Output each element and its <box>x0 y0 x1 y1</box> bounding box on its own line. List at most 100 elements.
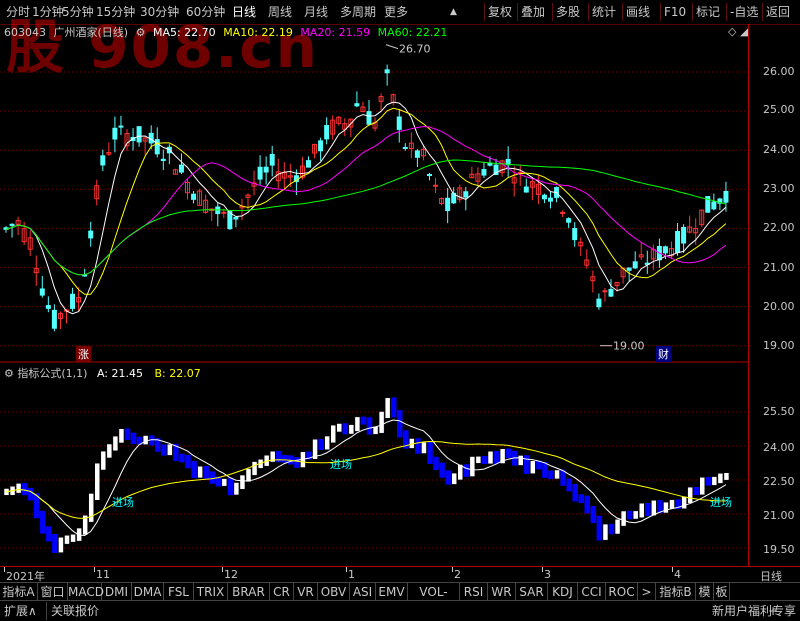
indicator-bar <box>384 397 391 419</box>
related-quotes-button[interactable]: 关联报价 <box>46 602 99 620</box>
price-tick-label: 20.00 <box>763 300 795 313</box>
indicator-tab-22[interactable]: 模 <box>696 583 714 601</box>
indicator-tab-12[interactable]: EMV <box>376 583 408 601</box>
candle-body <box>269 154 275 166</box>
indicator-bar <box>572 484 578 502</box>
candle-body <box>70 293 76 309</box>
candle-body <box>463 191 469 198</box>
ma5-label: MA5: 22.70 <box>152 26 216 39</box>
indicator-bar <box>324 435 330 450</box>
indicator-bar <box>645 503 651 516</box>
indicator-bar <box>463 464 470 477</box>
ma20-line <box>5 126 727 276</box>
candle-body <box>414 150 420 158</box>
price-tick-label: 24.00 <box>763 143 795 156</box>
promo-link[interactable]: 新用户福利专享 <box>712 602 796 620</box>
indicator-bar <box>209 471 215 484</box>
date-label: 4 <box>674 568 681 581</box>
indicator-bar <box>505 448 512 459</box>
marker-zhang[interactable]: 涨 <box>76 346 91 362</box>
indicator-tab-4[interactable]: DMA <box>132 583 164 601</box>
date-tick <box>452 567 453 572</box>
indicator-tab-18[interactable]: CCI <box>578 583 606 601</box>
indicator-bar <box>46 526 52 542</box>
indicator-tab-16[interactable]: SAR <box>516 583 548 601</box>
indicator-tab-20[interactable]: > <box>638 583 656 601</box>
indicator-bar <box>421 441 427 454</box>
zoom-in-button[interactable]: + <box>768 602 778 620</box>
indicator-tab-19[interactable]: ROC <box>606 583 638 601</box>
chart-canvas[interactable]: 26.7019.00进场进场进场 <box>0 0 800 620</box>
price-axis: 26.00 25.00 24.00 23.00 22.00 21.00 20.00 19.00… <box>748 24 800 566</box>
indicator-tab-1[interactable]: 窗口 <box>38 583 68 601</box>
candle-body <box>396 116 402 130</box>
indicator-bar <box>584 495 591 514</box>
indicator-bar <box>40 510 46 534</box>
candle-body <box>88 230 94 239</box>
indicator-bar <box>481 456 488 465</box>
indicator-tab-8[interactable]: CR <box>270 583 294 601</box>
indicator-tab-6[interactable]: TRIX <box>194 583 228 601</box>
indicator-tab-0[interactable]: 指标A <box>0 583 38 601</box>
indicator-bar <box>70 534 76 543</box>
candle-body <box>560 211 566 214</box>
indicator-bar <box>245 468 252 483</box>
marker-cai[interactable]: 财 <box>656 346 671 362</box>
date-tick <box>4 567 5 572</box>
indicator-bar <box>161 444 167 456</box>
status-bar: 扩展∧ 关联报价 新用户福利专享 + - <box>0 600 800 621</box>
indicator-tab-9[interactable]: VR <box>294 583 318 601</box>
indicator-tab-2[interactable]: MACD <box>68 583 104 601</box>
indicator-bar <box>620 510 627 527</box>
indicator-tick-label: 21.00 <box>763 509 795 522</box>
indicator-tab-7[interactable]: BRAR <box>228 583 270 601</box>
indicator-tab-13[interactable]: VOL-TDX <box>408 583 460 617</box>
zoom-out-button[interactable]: - <box>786 602 790 620</box>
indicator-bar <box>614 519 621 535</box>
indicator-tab-10[interactable]: OBV <box>318 583 350 601</box>
indicator-tab-21[interactable]: 指标B <box>656 583 696 601</box>
indicator-bar <box>318 438 324 450</box>
indicator-bar <box>185 455 191 469</box>
date-label: 2 <box>454 568 461 581</box>
indicator-bar <box>530 460 536 474</box>
indicator-bar <box>336 423 342 433</box>
candle-body <box>481 169 487 176</box>
indicator-bar <box>663 501 669 514</box>
indicator-bar <box>360 416 367 425</box>
indicator-bar <box>179 453 185 463</box>
high-price-label: 26.70 <box>399 43 431 56</box>
indicator-tab-14[interactable]: RSI <box>460 583 488 601</box>
indicator-bar <box>693 486 699 496</box>
candle-body <box>324 125 330 140</box>
stock-name: 广州酒家(日线) <box>53 26 129 39</box>
indicator-bar <box>427 441 433 465</box>
ma60-line <box>5 159 727 276</box>
indicator-tab-15[interactable]: WR <box>488 583 516 601</box>
indicator-bar <box>294 457 300 468</box>
indicator-tab-23[interactable]: 板 <box>714 583 730 601</box>
settings-icon[interactable]: ⚙ <box>136 26 146 39</box>
indicator-tick-label: 19.50 <box>763 543 795 556</box>
indicator-bar <box>602 523 609 541</box>
indicator-settings-icon[interactable]: ⚙ <box>4 367 14 380</box>
candle-body <box>402 147 408 150</box>
candle-body <box>523 186 529 193</box>
indicator-bar <box>566 478 572 492</box>
indicator-bar <box>282 454 288 463</box>
candle-body <box>39 288 45 296</box>
indicator-bar <box>554 469 560 480</box>
candle-body <box>45 305 51 309</box>
indicator-bar <box>239 474 246 490</box>
date-tick <box>94 567 95 572</box>
indicator-tick-label: 25.50 <box>763 405 795 418</box>
indicator-tab-5[interactable]: FSL <box>164 583 194 601</box>
indicator-a-label: A: 21.45 <box>96 367 143 380</box>
ma60-label: MA60: 22.21 <box>377 26 448 39</box>
diamond-icon[interactable]: ◇ <box>728 25 736 38</box>
indicator-tab-17[interactable]: KDJ <box>548 583 578 601</box>
expand-button[interactable]: 扩展∧ <box>4 602 37 620</box>
indicator-tab-3[interactable]: DMI <box>102 583 132 601</box>
indicator-tab-11[interactable]: ASI <box>350 583 376 601</box>
indicator-bar <box>52 534 58 553</box>
